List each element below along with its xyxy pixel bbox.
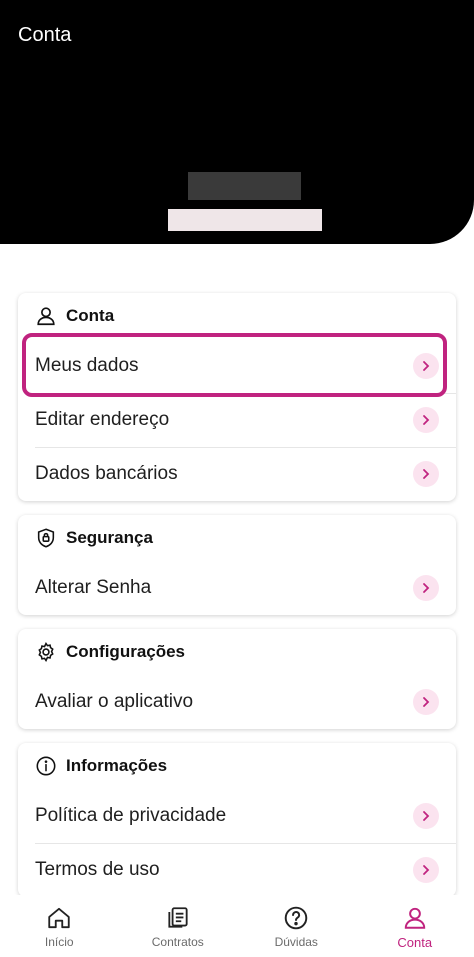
menu-item-politica-privacidade[interactable]: Política de privacidade	[18, 789, 456, 843]
chevron-right-icon	[413, 575, 439, 601]
chevron-right-icon	[413, 353, 439, 379]
section-conta: Conta Meus dados Editar endereço Dados b…	[18, 293, 456, 501]
section-informacoes: Informações Política de privacidade Term…	[18, 743, 456, 897]
menu-item-termos-uso[interactable]: Termos de uso	[18, 843, 456, 897]
tab-label: Contratos	[151, 935, 204, 949]
menu-item-label: Termos de uso	[35, 859, 160, 880]
section-header: Informações	[18, 743, 456, 789]
menu-item-label: Dados bancários	[35, 463, 178, 484]
info-icon	[35, 755, 57, 777]
chevron-right-icon	[413, 461, 439, 487]
section-title: Segurança	[66, 528, 153, 547]
section-configuracoes: Configurações Avaliar o aplicativo	[18, 629, 456, 729]
tab-label: Dúvidas	[274, 935, 318, 949]
tab-duvidas[interactable]: Dúvidas	[237, 895, 356, 957]
tab-label: Conta	[397, 935, 433, 950]
section-header: Conta	[18, 293, 456, 339]
person-icon	[35, 305, 57, 327]
menu-item-editar-endereco[interactable]: Editar endereço	[18, 393, 456, 447]
page-title: Conta	[18, 24, 72, 46]
section-header: Segurança	[18, 515, 456, 561]
menu-item-label: Editar endereço	[35, 409, 170, 430]
section-title: Configurações	[66, 642, 186, 661]
tab-inicio[interactable]: Início	[0, 895, 119, 957]
menu-item-label: Meus dados	[35, 355, 139, 376]
home-icon	[46, 905, 72, 931]
redacted-user-email	[168, 209, 322, 231]
tab-conta[interactable]: Conta	[356, 895, 474, 957]
bottom-tab-bar: Início Contratos Dúvidas Conta	[0, 895, 474, 957]
menu-item-meus-dados[interactable]: Meus dados	[18, 339, 456, 393]
redacted-user-name	[188, 172, 301, 200]
tab-label: Início	[44, 935, 74, 949]
menu-item-label: Alterar Senha	[35, 577, 152, 598]
menu-item-avaliar-aplicativo[interactable]: Avaliar o aplicativo	[18, 675, 456, 729]
profile-header: Conta	[0, 0, 474, 244]
menu-item-label: Política de privacidade	[35, 805, 227, 826]
menu-item-alterar-senha[interactable]: Alterar Senha	[18, 561, 456, 615]
chevron-right-icon	[413, 857, 439, 883]
question-icon	[283, 905, 309, 931]
chevron-right-icon	[413, 803, 439, 829]
chevron-right-icon	[413, 407, 439, 433]
shield-lock-icon	[35, 527, 57, 549]
chevron-right-icon	[413, 689, 439, 715]
menu-item-label: Avaliar o aplicativo	[35, 691, 194, 712]
menu-item-dados-bancarios[interactable]: Dados bancários	[18, 447, 456, 501]
gear-icon	[35, 641, 57, 663]
section-title: Conta	[66, 306, 115, 325]
section-title: Informações	[66, 756, 168, 775]
tab-contratos[interactable]: Contratos	[119, 895, 238, 957]
section-seguranca: Segurança Alterar Senha	[18, 515, 456, 615]
person-icon	[402, 905, 428, 931]
section-header: Configurações	[18, 629, 456, 675]
documents-icon	[165, 905, 191, 931]
